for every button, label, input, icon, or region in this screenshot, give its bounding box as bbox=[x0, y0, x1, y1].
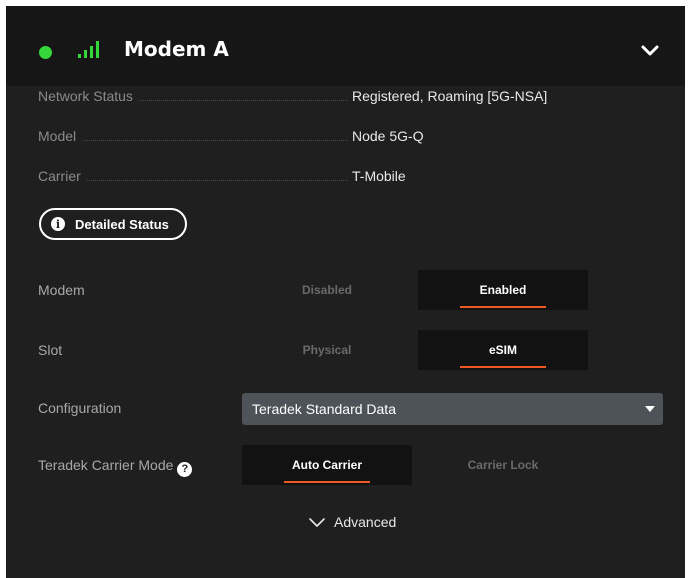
info-row-network-status: Network Status Registered, Roaming [5G-N… bbox=[38, 88, 638, 108]
carrier-mode-field-label: Teradek Carrier Mode? bbox=[38, 457, 193, 477]
slot-esim-option[interactable]: eSIM bbox=[418, 330, 588, 370]
info-icon: i bbox=[51, 217, 65, 231]
modem-disabled-option[interactable]: Disabled bbox=[242, 270, 412, 310]
carrier-mode-label: Teradek Carrier Mode bbox=[38, 457, 174, 473]
model-value: Node 5G-Q bbox=[352, 128, 424, 144]
modem-enabled-option[interactable]: Enabled bbox=[418, 270, 588, 310]
caret-down-icon bbox=[645, 406, 655, 412]
configuration-field-label: Configuration bbox=[38, 400, 122, 416]
info-row-model: Model Node 5G-Q bbox=[38, 128, 638, 148]
status-dot-icon bbox=[39, 46, 52, 59]
carrier-value: T-Mobile bbox=[352, 168, 406, 184]
info-row-carrier: Carrier T-Mobile bbox=[38, 168, 638, 188]
slot-field-label: Slot bbox=[38, 342, 63, 358]
help-icon[interactable]: ? bbox=[177, 461, 193, 477]
configuration-value: Teradek Standard Data bbox=[252, 401, 396, 417]
chevron-down-icon[interactable] bbox=[639, 40, 661, 60]
carrier-lock-option[interactable]: Carrier Lock bbox=[418, 445, 588, 485]
configuration-select[interactable]: Teradek Standard Data bbox=[242, 393, 663, 425]
leader-line bbox=[48, 140, 348, 141]
modem-field-label: Modem bbox=[38, 282, 85, 298]
chevron-down-icon bbox=[309, 518, 325, 527]
detailed-status-label: Detailed Status bbox=[75, 216, 169, 232]
auto-carrier-option[interactable]: Auto Carrier bbox=[242, 445, 412, 485]
network-status-value: Registered, Roaming [5G-NSA] bbox=[352, 88, 548, 104]
advanced-toggle[interactable]: Advanced bbox=[308, 514, 396, 530]
advanced-label: Advanced bbox=[334, 514, 397, 530]
modem-title: Modem A bbox=[124, 37, 229, 61]
carrier-label: Carrier bbox=[38, 168, 87, 184]
model-label: Model bbox=[38, 128, 83, 144]
modem-header[interactable]: Modem A bbox=[6, 6, 685, 86]
detailed-status-button[interactable]: i Detailed Status bbox=[39, 208, 187, 240]
leader-line bbox=[48, 180, 348, 181]
signal-bars-icon bbox=[78, 40, 104, 58]
modem-panel: Modem A Network Status Registered, Roami… bbox=[6, 6, 685, 578]
network-status-label: Network Status bbox=[38, 88, 139, 104]
slot-physical-option[interactable]: Physical bbox=[242, 330, 412, 370]
